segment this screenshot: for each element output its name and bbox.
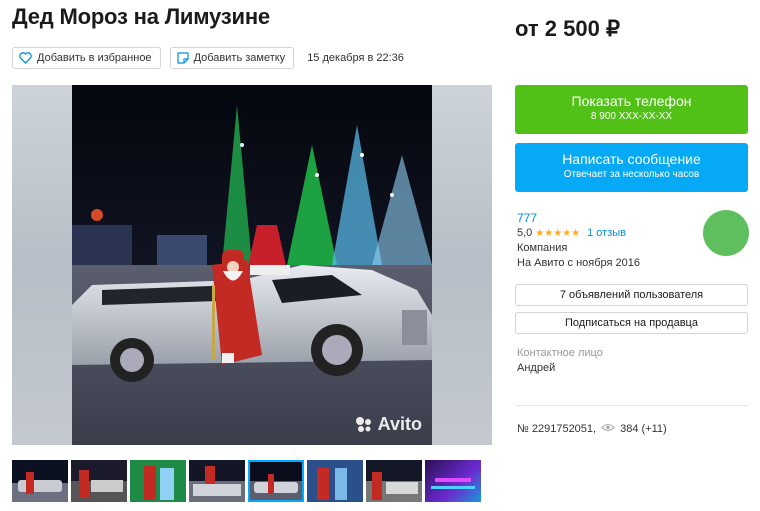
listing-title: Дед Мороз на Лимузине: [12, 4, 270, 29]
subscribe-button[interactable]: Подписаться на продавца: [515, 312, 748, 334]
avito-logo-icon: [355, 416, 373, 434]
send-message-label: Написать сообщение: [562, 151, 701, 167]
photo-gallery[interactable]: Avito: [12, 85, 492, 445]
add-note-label: Добавить заметку: [193, 52, 286, 64]
response-time: Отвечает за несколько часов: [563, 169, 700, 180]
reviews-link[interactable]: 1 отзыв: [587, 226, 626, 241]
thumbnail[interactable]: [366, 460, 422, 502]
listing-date: 15 декабря в 22:36: [307, 52, 404, 64]
thumbnail[interactable]: [130, 460, 186, 502]
thumbnail[interactable]: [71, 460, 127, 502]
listing-price: от 2 500 ₽: [515, 16, 620, 41]
contact-label: Контактное лицо: [517, 347, 603, 359]
heart-icon: [19, 52, 32, 64]
watermark-text: Avito: [377, 414, 422, 434]
seller-type: Компания: [517, 242, 568, 254]
listing-meta: № 2291752051, 384 (+11): [517, 423, 667, 435]
thumbnail[interactable]: [12, 460, 68, 502]
phone-number: 8 900 XXX-XX-XX: [590, 111, 673, 122]
gallery-blur-right: [432, 85, 492, 445]
thumbnail[interactable]: [189, 460, 245, 502]
seller-since: На Авито с ноября 2016: [517, 257, 641, 269]
seller-name-link[interactable]: 777: [517, 211, 640, 226]
views-count: 384 (+11): [620, 423, 667, 435]
star-rating-icon: ★★★★★: [535, 228, 581, 239]
seller-avatar[interactable]: [703, 210, 749, 256]
avito-watermark: Avito: [355, 414, 422, 435]
add-favorite-label: Добавить в избранное: [37, 52, 152, 64]
thumbnail-strip: [12, 460, 481, 502]
thumbnail[interactable]: [307, 460, 363, 502]
listing-toolbar: Добавить в избранное Добавить заметку 15…: [12, 47, 404, 69]
rating-value: 5,0: [517, 227, 533, 239]
send-message-button[interactable]: Написать сообщение Отвечает за несколько…: [515, 143, 748, 192]
seller-rating: 5,0 ★★★★★ 1 отзыв: [517, 226, 640, 241]
note-icon: [176, 52, 189, 64]
main-photo[interactable]: Avito: [72, 85, 432, 445]
thumbnail[interactable]: [425, 460, 481, 502]
divider: [515, 405, 748, 406]
thumbnail[interactable]: [248, 460, 304, 502]
user-ads-button[interactable]: 7 объявлений пользователя: [515, 284, 748, 306]
add-favorite-button[interactable]: Добавить в избранное: [12, 47, 161, 69]
gallery-blur-left: [12, 85, 72, 445]
ad-number: № 2291752051,: [517, 423, 597, 435]
seller-info: 777 5,0 ★★★★★ 1 отзыв Компания На Авито …: [517, 211, 640, 271]
show-phone-button[interactable]: Показать телефон 8 900 XXX-XX-XX: [515, 85, 748, 134]
contact-name: Андрей: [517, 362, 556, 374]
add-note-button[interactable]: Добавить заметку: [169, 47, 295, 69]
show-phone-label: Показать телефон: [571, 93, 692, 109]
eye-icon: [601, 423, 615, 435]
